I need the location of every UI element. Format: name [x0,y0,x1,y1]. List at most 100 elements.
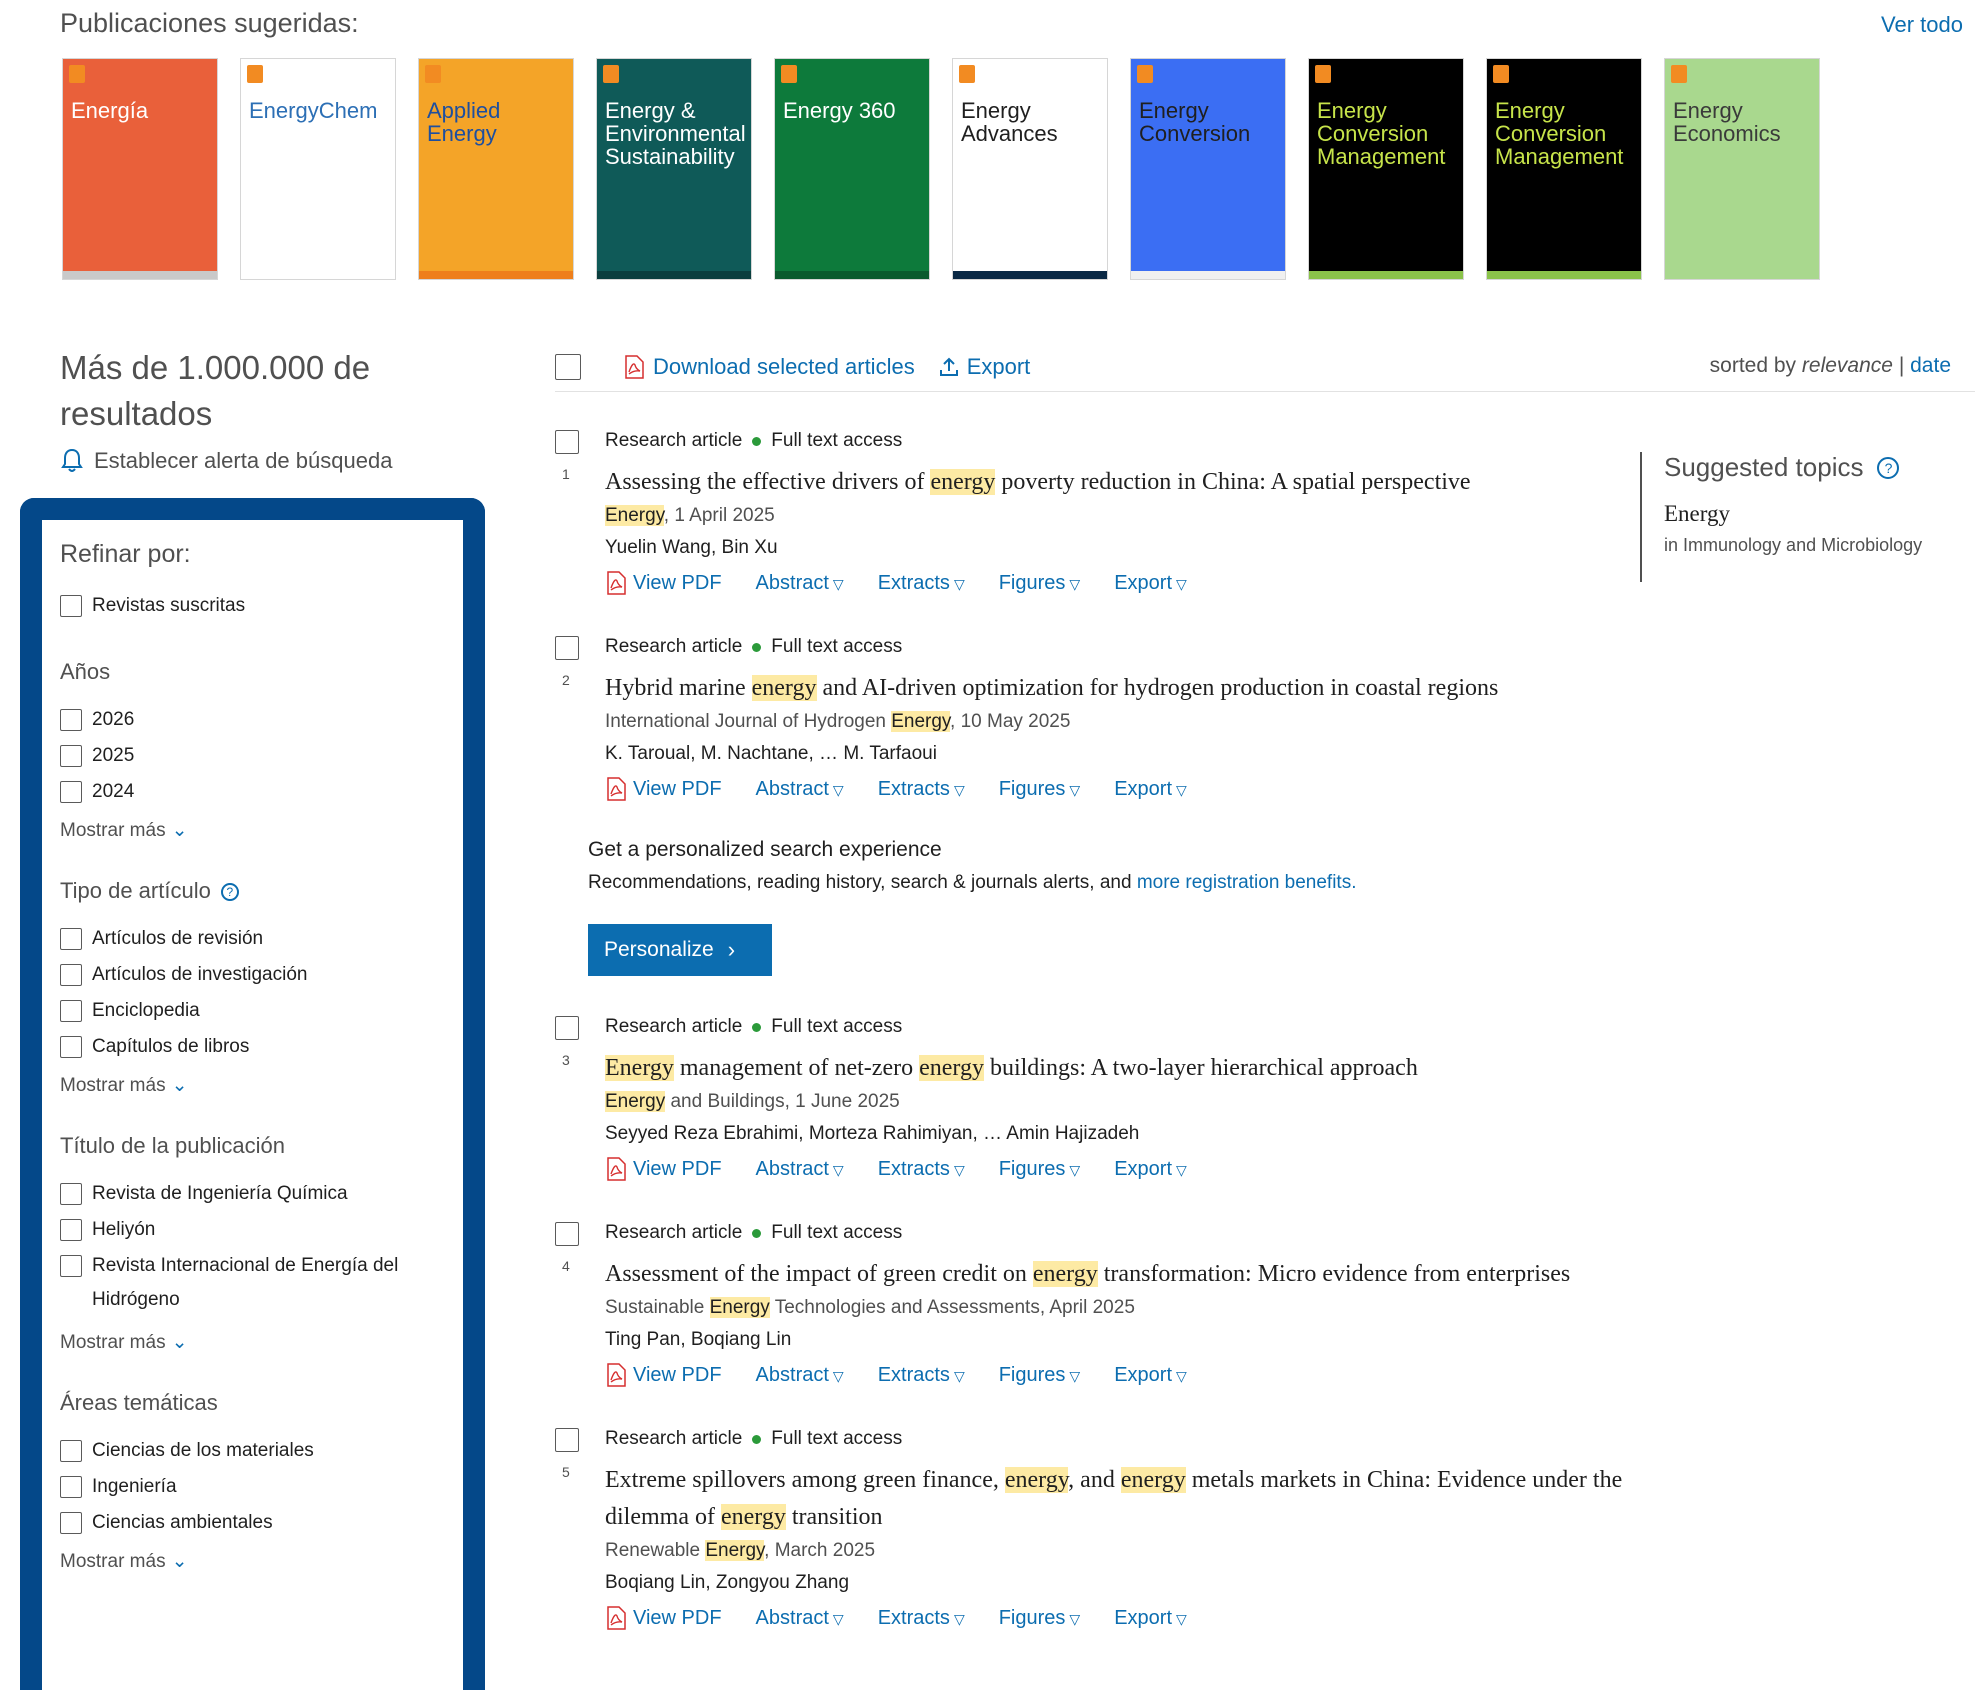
extracts-toggle[interactable]: Extracts ▽ [878,1607,965,1630]
filter-subject-area[interactable]: Ciencias de los materiales [60,1438,460,1464]
export-toggle[interactable]: Export ▽ [1114,1364,1187,1387]
view-pdf-link[interactable]: View PDF [605,571,722,595]
search-result: 4 Research article Full text access Asses… [555,1222,1635,1387]
personalize-button[interactable]: Personalize › [588,924,772,976]
result-checkbox[interactable] [555,1016,579,1040]
journal-cover[interactable]: Applied Energy [418,58,574,280]
figures-label: Figures [998,1363,1066,1386]
result-checkbox[interactable] [555,636,579,660]
journal-cover[interactable]: Energy Conversion [1130,58,1286,280]
filter-article-type[interactable]: Artículos de revisión [60,926,460,952]
export-toggle[interactable]: Export ▽ [1114,1158,1187,1181]
result-title[interactable]: Assessing the effective drivers of energ… [605,464,1635,501]
personalize-button-label: Personalize [604,938,714,961]
journal-cover[interactable]: Energy Conversion Management [1486,58,1642,280]
cover-band [953,271,1107,279]
journal-cover[interactable]: EnergyChem [240,58,396,280]
checkbox[interactable] [60,1036,82,1058]
checkbox[interactable] [60,1219,82,1241]
checkbox[interactable] [60,709,82,731]
publication-show-more[interactable]: Mostrar más ⌄ [60,1331,460,1354]
help-icon[interactable]: ? [220,883,239,902]
filter-subject-area[interactable]: Ciencias ambientales [60,1510,460,1536]
checkbox[interactable] [60,595,82,617]
export-toggle[interactable]: Export ▽ [1114,1607,1187,1630]
journal-cover[interactable]: Energy 360 [774,58,930,280]
sort-control: sorted by relevance | date [1710,354,1951,378]
article-type: Research article [605,636,743,657]
checkbox[interactable] [60,745,82,767]
sort-date-link[interactable]: date [1910,354,1951,377]
journal-cover[interactable]: Energy & Environmental Sustainability [596,58,752,280]
help-icon[interactable]: ? [1877,456,1900,479]
result-checkbox[interactable] [555,430,579,454]
checkbox[interactable] [60,781,82,803]
extracts-toggle[interactable]: Extracts ▽ [878,778,965,801]
figures-toggle[interactable]: Figures ▽ [999,1158,1080,1181]
export-toggle[interactable]: Export ▽ [1114,778,1187,801]
result-actions: View PDF Abstract ▽ Extracts ▽ Figures ▽ Ex… [605,777,1635,801]
export-toggle[interactable]: Export ▽ [1114,572,1187,595]
article-type-show-more[interactable]: Mostrar más ⌄ [60,1074,460,1097]
journal-cover[interactable]: Energy Conversion Management [1308,58,1464,280]
chevron-down-icon: ▽ [1069,1610,1081,1627]
chevron-right-icon: › [727,937,736,962]
abstract-toggle[interactable]: Abstract ▽ [756,778,844,801]
view-pdf-link[interactable]: View PDF [605,1606,722,1630]
view-pdf-link[interactable]: View PDF [605,1363,722,1387]
checkbox[interactable] [60,1183,82,1205]
filter-publication[interactable]: Heliyón [60,1217,460,1243]
figures-toggle[interactable]: Figures ▽ [999,778,1080,801]
filter-subscribed[interactable]: Revistas suscritas [60,593,460,619]
export-button[interactable]: Export [939,354,1030,380]
sorted-by-label: sorted by [1709,354,1797,377]
subject-areas-show-more[interactable]: Mostrar más ⌄ [60,1550,460,1573]
result-title[interactable]: Energy management of net-zero energy bui… [605,1050,1635,1087]
checkbox[interactable] [60,1476,82,1498]
result-checkbox[interactable] [555,1428,579,1452]
years-show-more[interactable]: Mostrar más ⌄ [60,819,460,842]
registration-benefits-link[interactable]: more registration benefits. [1137,872,1357,893]
filter-year[interactable]: 2024 [60,779,460,805]
checkbox[interactable] [60,1000,82,1022]
extracts-toggle[interactable]: Extracts ▽ [878,1158,965,1181]
figures-toggle[interactable]: Figures ▽ [999,1607,1080,1630]
cover-band [597,271,751,279]
abstract-toggle[interactable]: Abstract ▽ [756,1158,844,1181]
view-pdf-link[interactable]: View PDF [605,777,722,801]
filter-year[interactable]: 2026 [60,707,460,733]
result-title[interactable]: Extreme spillovers among green finance, … [605,1462,1635,1536]
filter-subject-area[interactable]: Ingeniería [60,1474,460,1500]
search-alert-link[interactable]: Establecer alerta de búsqueda [60,448,392,474]
abstract-toggle[interactable]: Abstract ▽ [756,572,844,595]
checkbox[interactable] [60,1255,82,1277]
abstract-toggle[interactable]: Abstract ▽ [756,1607,844,1630]
filter-publication[interactable]: Revista de Ingeniería Química [60,1181,460,1207]
checkbox[interactable] [60,928,82,950]
checkbox[interactable] [60,964,82,986]
result-title[interactable]: Hybrid marine energy and AI-driven optim… [605,670,1635,707]
filter-year[interactable]: 2025 [60,743,460,769]
filter-article-type[interactable]: Enciclopedia [60,998,460,1024]
extracts-toggle[interactable]: Extracts ▽ [878,1364,965,1387]
filter-article-type[interactable]: Capítulos de libros [60,1034,460,1060]
select-all-checkbox[interactable] [555,354,581,380]
download-selected-button[interactable]: Download selected articles [623,354,915,380]
result-checkbox[interactable] [555,1222,579,1246]
view-pdf-link[interactable]: View PDF [605,1157,722,1181]
journal-cover[interactable]: Energy Economics [1664,58,1820,280]
figures-toggle[interactable]: Figures ▽ [999,1364,1080,1387]
see-all-link[interactable]: Ver todo [1881,12,1963,38]
figures-toggle[interactable]: Figures ▽ [999,572,1080,595]
checkbox[interactable] [60,1440,82,1462]
result-title[interactable]: Assessment of the impact of green credit… [605,1256,1635,1293]
sort-relevance[interactable]: relevance [1802,354,1893,377]
abstract-toggle[interactable]: Abstract ▽ [756,1364,844,1387]
topic-name[interactable]: Energy [1664,501,1970,527]
journal-cover[interactable]: Energía [62,58,218,280]
filter-publication[interactable]: Revista Internacional de Energía del Hid… [60,1253,460,1317]
checkbox[interactable] [60,1512,82,1534]
journal-cover[interactable]: Energy Advances [952,58,1108,280]
extracts-toggle[interactable]: Extracts ▽ [878,572,965,595]
filter-article-type[interactable]: Artículos de investigación [60,962,460,988]
